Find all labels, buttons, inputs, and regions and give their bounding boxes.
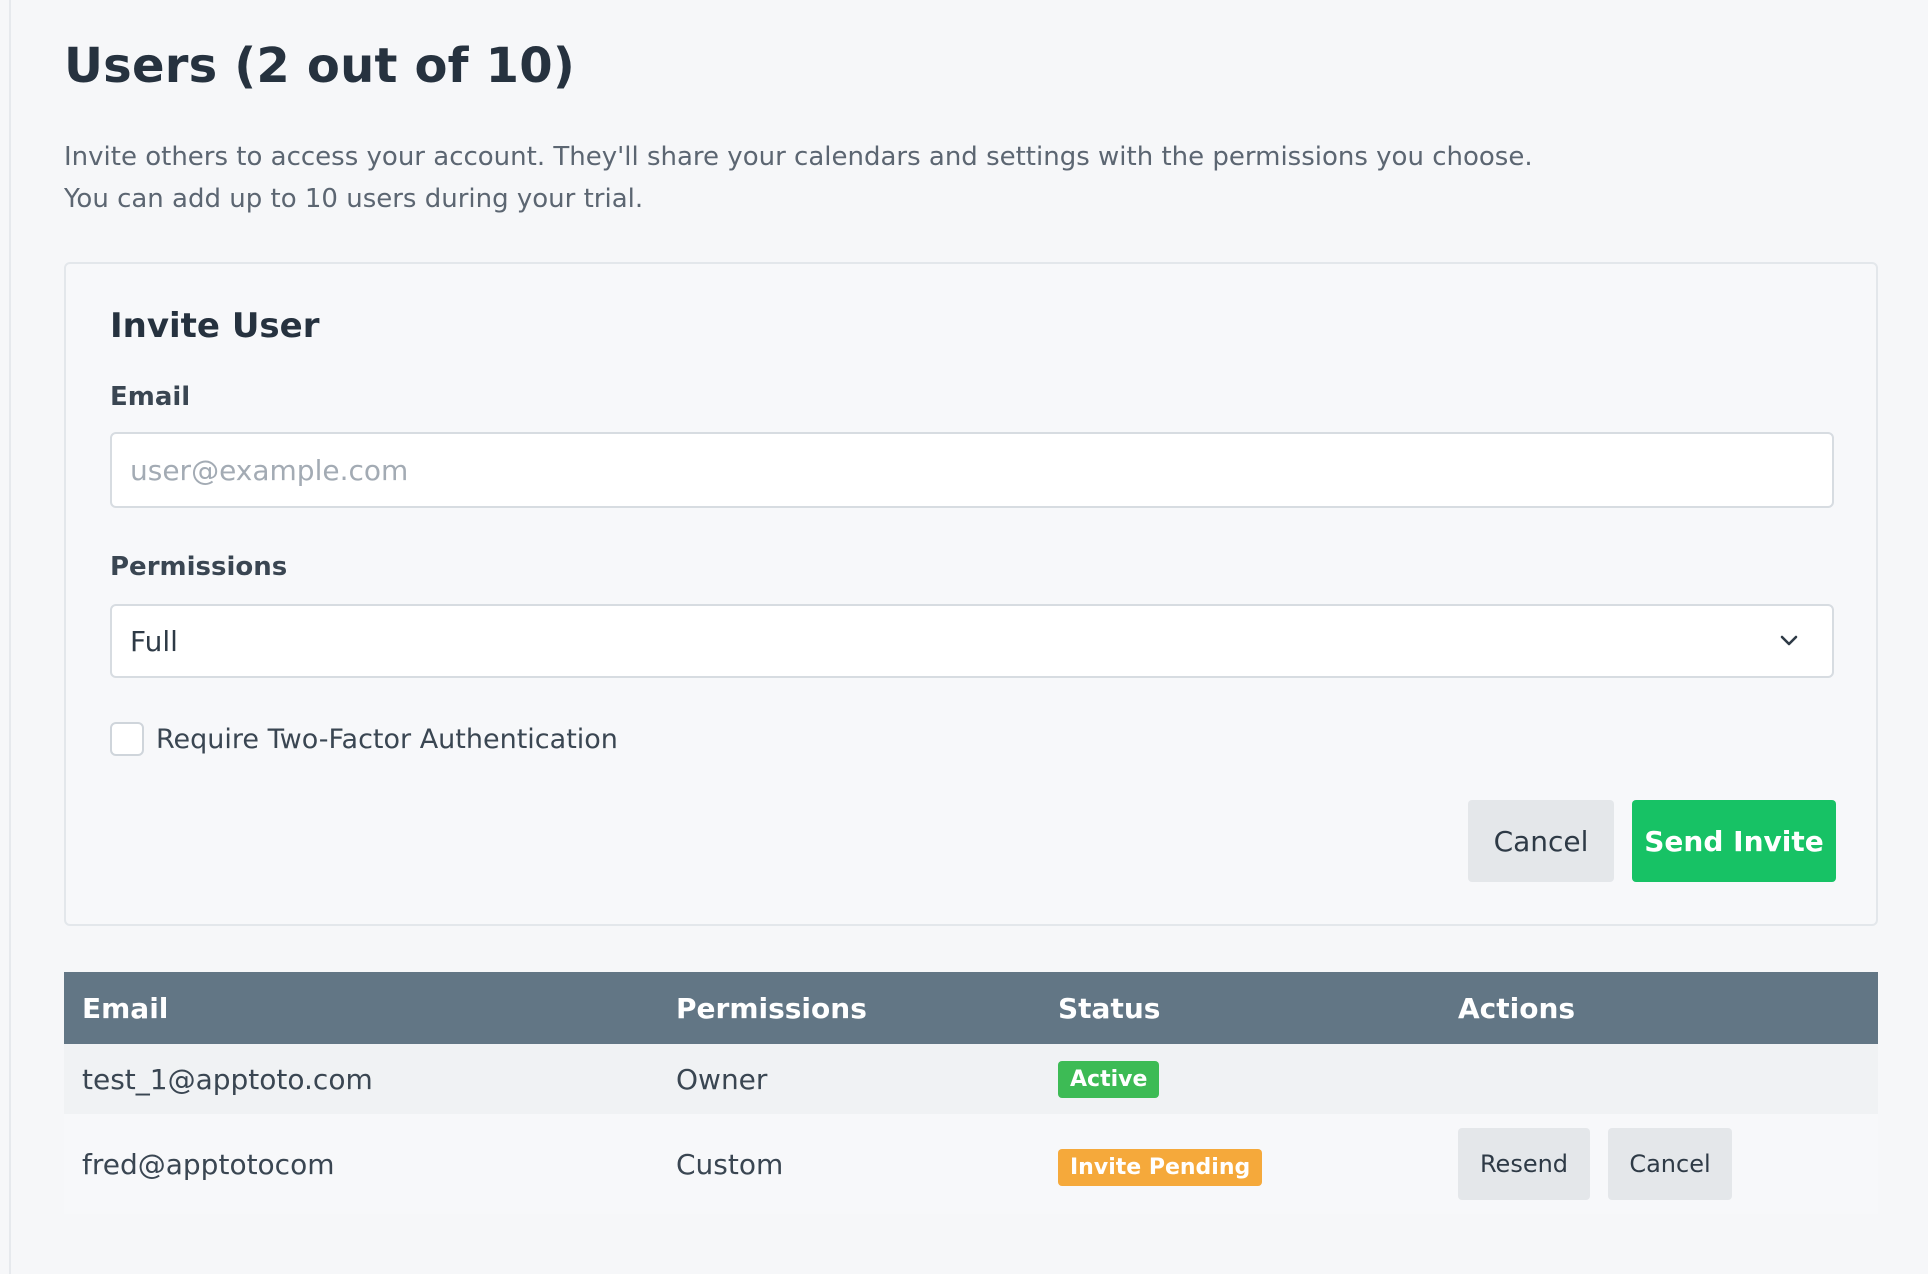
permissions-selected-value: Full — [130, 624, 178, 658]
left-divider — [9, 0, 11, 1274]
page-title: Users (2 out of 10) — [64, 38, 576, 94]
row-actions: Resend Cancel — [1458, 1114, 1750, 1214]
two-factor-checkbox[interactable] — [110, 722, 144, 756]
row-status: Active — [1058, 1044, 1160, 1114]
header-email: Email — [82, 991, 169, 1025]
intro-line-2: You can add up to 10 users during your t… — [64, 184, 644, 214]
table-row: fred@apptotocom Custom Invite Pending Re… — [64, 1114, 1878, 1214]
resend-invite-button[interactable]: Resend — [1458, 1128, 1590, 1200]
intro-text: Invite others to access your account. Th… — [64, 136, 1533, 220]
invite-user-card: Invite User Email Permissions Full Requi… — [64, 262, 1878, 926]
table-header-row: Email Permissions Status Actions — [64, 972, 1878, 1044]
status-badge-pending: Invite Pending — [1058, 1148, 1263, 1186]
row-email: test_1@apptoto.com — [82, 1062, 373, 1096]
users-table: Email Permissions Status Actions test_1@… — [64, 972, 1878, 1214]
email-input[interactable] — [110, 432, 1834, 508]
intro-line-1: Invite others to access your account. Th… — [64, 142, 1533, 172]
status-badge-active: Active — [1058, 1060, 1160, 1098]
table-row: test_1@apptoto.com Owner Active — [64, 1044, 1878, 1114]
permissions-select[interactable]: Full — [110, 604, 1834, 678]
row-email: fred@apptotocom — [82, 1147, 335, 1181]
two-factor-label: Require Two-Factor Authentication — [156, 723, 618, 755]
send-invite-button[interactable]: Send Invite — [1632, 800, 1836, 882]
row-permissions: Custom — [676, 1147, 784, 1181]
row-status: Invite Pending — [1058, 1114, 1263, 1214]
cancel-invite-button[interactable]: Cancel — [1468, 800, 1614, 882]
email-label: Email — [110, 382, 191, 412]
header-permissions: Permissions — [676, 991, 867, 1025]
chevron-down-icon — [1778, 630, 1800, 652]
header-status: Status — [1058, 991, 1161, 1025]
row-permissions: Owner — [676, 1062, 768, 1096]
header-actions: Actions — [1458, 991, 1576, 1025]
two-factor-option: Require Two-Factor Authentication — [110, 722, 618, 756]
permissions-label: Permissions — [110, 552, 288, 582]
invite-card-title: Invite User — [110, 306, 320, 346]
cancel-user-invite-button[interactable]: Cancel — [1608, 1128, 1732, 1200]
